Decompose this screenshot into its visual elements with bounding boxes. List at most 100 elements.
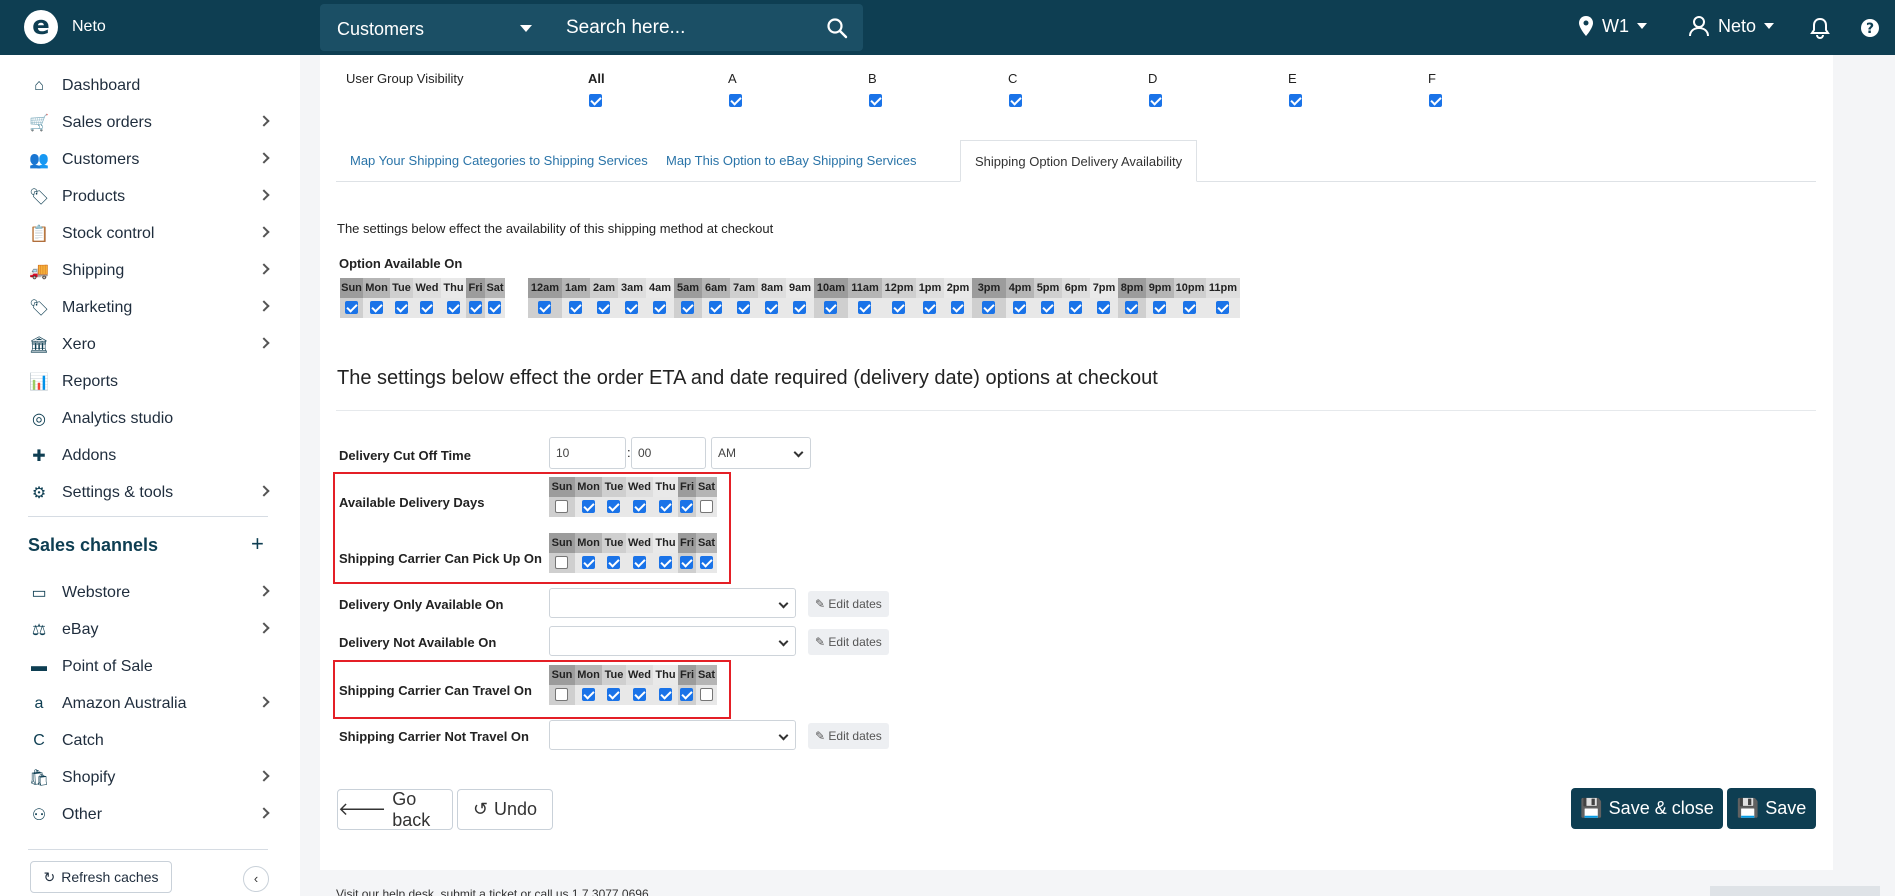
day-checkbox[interactable] [569,301,582,314]
sidebar-item-shipping[interactable]: 🚚 Shipping [28,256,270,286]
day-checkbox[interactable] [858,301,871,314]
day-checkbox[interactable] [607,688,620,701]
day-checkbox[interactable] [632,688,646,701]
day-checkbox[interactable] [420,301,433,314]
edit-dates-button[interactable]: ✎ Edit dates [808,591,889,617]
tab-map-ebay-shipping[interactable]: Map This Option to eBay Shipping Service… [652,140,931,182]
day-checkbox[interactable] [369,301,383,314]
day-checkbox[interactable] [737,301,750,314]
day-checkbox[interactable] [581,556,595,569]
cutoff-ampm-select[interactable]: AM [711,437,811,469]
user-group-checkbox[interactable] [1429,94,1442,107]
day-checkbox[interactable] [1125,301,1138,314]
user-group-checkbox[interactable] [589,94,602,107]
day-checkbox[interactable] [632,500,646,513]
day-checkbox[interactable] [1069,301,1082,314]
caret-down-icon[interactable] [520,25,532,32]
edit-dates-button[interactable]: ✎ Edit dates [808,723,889,749]
day-checkbox[interactable] [699,688,713,701]
refresh-caches-button[interactable]: ↻ Refresh caches [30,861,172,893]
day-checkbox[interactable] [923,301,936,314]
day-checkbox[interactable] [1041,301,1054,314]
day-checkbox[interactable] [680,688,693,701]
day-checkbox[interactable] [632,556,646,569]
search-icon[interactable] [826,17,848,39]
edit-dates-button[interactable]: ✎ Edit dates [808,629,889,655]
sidebar-item-dashboard[interactable]: ⌂ Dashboard [28,71,268,101]
warehouse-selector[interactable]: W1 [1578,15,1647,37]
sidebar-item-settings-tools[interactable]: ⚙ Settings & tools [28,478,270,508]
sidebar-item-webstore[interactable]: ▭ Webstore [28,578,270,608]
day-checkbox[interactable] [581,688,595,701]
sidebar-item-marketing[interactable]: 🏷 Marketing [28,293,270,323]
sidebar-item-catch[interactable]: C Catch [28,726,268,756]
sidebar-item-customers[interactable]: 👥 Customers [28,145,270,175]
day-checkbox[interactable] [658,556,672,569]
brand[interactable]: e Neto [24,10,106,44]
sidebar-item-xero[interactable]: 🏛 Xero [28,330,270,360]
day-checkbox[interactable] [793,301,806,314]
day-checkbox[interactable] [765,301,778,314]
day-checkbox[interactable] [658,688,672,701]
go-back-button[interactable]: 🡐 Go back [337,789,453,830]
sidebar-item-sales-orders[interactable]: 🛒 Sales orders [28,108,270,138]
day-checkbox[interactable] [681,301,694,314]
day-checkbox[interactable] [581,500,595,513]
day-checkbox[interactable] [699,500,713,513]
sidebar-item-addons[interactable]: ✚ Addons [28,441,268,471]
day-checkbox[interactable] [824,301,837,314]
undo-button[interactable]: ↺ Undo [457,789,553,830]
day-checkbox[interactable] [344,301,358,314]
day-checkbox[interactable] [658,500,672,513]
sidebar-item-amazon-australia[interactable]: a Amazon Australia [28,689,270,719]
search-input[interactable] [566,6,816,49]
day-checkbox[interactable] [555,556,568,569]
day-checkbox[interactable] [1013,301,1026,314]
day-checkbox[interactable] [597,301,610,314]
sidebar-item-ebay[interactable]: ⚖ eBay [28,615,270,645]
user-group-checkbox[interactable] [1289,94,1302,107]
day-checkbox[interactable] [625,301,638,314]
sidebar-item-stock-control[interactable]: 📋 Stock control [28,219,270,249]
save-button[interactable]: 💾 Save [1727,788,1816,829]
day-checkbox[interactable] [1216,301,1229,314]
delivery-not-available-select[interactable] [549,626,796,656]
sidebar-item-products[interactable]: 🏷 Products [28,182,270,212]
cutoff-hour-input[interactable]: 10 [549,437,626,469]
day-checkbox[interactable] [653,301,666,314]
carrier-not-travel-select[interactable] [549,720,796,750]
sidebar-item-other[interactable]: ⚇ Other [28,800,270,830]
tab-map-shipping-categories[interactable]: Map Your Shipping Categories to Shipping… [336,140,662,182]
save-close-button[interactable]: 💾 Save & close [1571,788,1723,829]
sidebar-item-shopify[interactable]: 🛍 Shopify [28,763,270,793]
day-checkbox[interactable] [394,301,408,314]
day-checkbox[interactable] [1153,301,1166,314]
user-group-checkbox[interactable] [869,94,882,107]
day-checkbox[interactable] [538,301,551,314]
day-checkbox[interactable] [680,500,693,513]
day-checkbox[interactable] [1183,301,1196,314]
day-checkbox[interactable] [555,500,568,513]
collapse-sidebar-button[interactable]: ‹ [243,866,269,892]
user-menu[interactable]: Neto [1688,15,1775,37]
cutoff-minute-input[interactable]: 00 [631,437,706,469]
search-category-select[interactable]: Customers [337,19,424,40]
bell-icon[interactable] [1810,17,1830,39]
day-checkbox[interactable] [680,556,693,569]
day-checkbox[interactable] [607,500,620,513]
day-checkbox[interactable] [468,301,482,314]
sidebar-item-point-of-sale[interactable]: ▬ Point of Sale [28,652,268,682]
help-icon[interactable]: ? [1860,18,1880,38]
sidebar-item-reports[interactable]: 📊 Reports [28,367,268,397]
day-checkbox[interactable] [951,301,964,314]
user-group-checkbox[interactable] [1149,94,1162,107]
user-group-checkbox[interactable] [729,94,742,107]
day-checkbox[interactable] [699,556,713,569]
day-checkbox[interactable] [555,688,568,701]
day-checkbox[interactable] [446,301,460,314]
day-checkbox[interactable] [607,556,620,569]
sidebar-item-analytics-studio[interactable]: ◎ Analytics studio [28,404,268,434]
add-channel-icon[interactable]: + [251,531,264,557]
day-checkbox[interactable] [982,301,995,314]
day-checkbox[interactable] [1097,301,1110,314]
